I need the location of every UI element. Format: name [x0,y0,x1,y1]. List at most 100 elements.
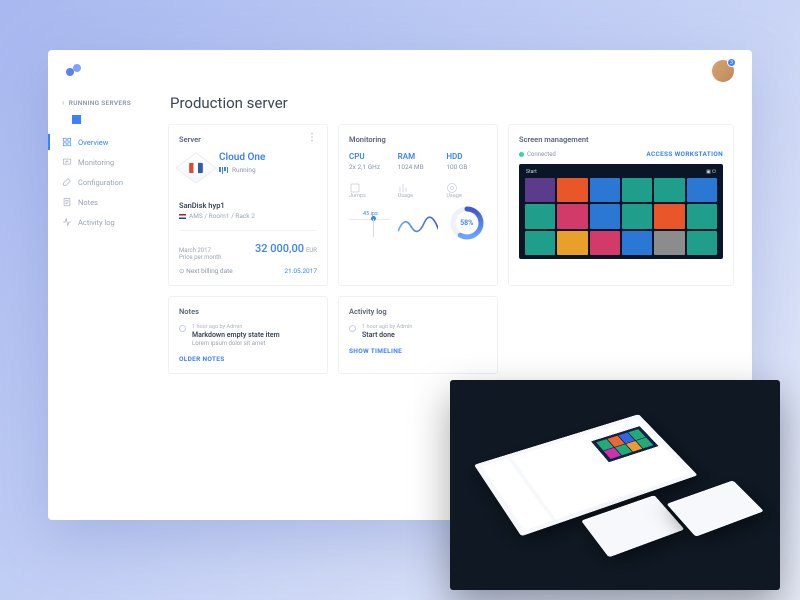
hdd-value: 100 GB [446,163,487,171]
notes-card-title: Notes [179,307,317,316]
ram-label: RAM [398,152,439,161]
start-tile[interactable] [654,231,684,255]
topbar: 3 [48,50,752,88]
start-tile[interactable] [590,231,620,255]
server-location: AMS / Room1 / Rack 2 [189,212,255,220]
notes-card: Notes 1 hour ago by Admin Markdown empty… [168,296,328,374]
nav-label: Configuration [78,178,123,187]
nav-overview[interactable]: Overview [48,132,158,152]
start-tile[interactable] [654,178,684,202]
access-workstation-link[interactable]: ACCESS WORKSTATION [646,150,723,158]
workstation-screenshot[interactable]: Start ▣ ⏻ [519,164,723,259]
screen-management-card: Screen management Connected ACCESS WORKS… [508,124,734,286]
server-cube-icon [175,152,217,184]
start-tile[interactable] [590,204,620,228]
note-meta: 1 hour ago by Admin [192,324,280,330]
status-bars-icon [219,167,228,174]
hdd-percent: 58% [449,205,485,241]
cpu-value: 2x 2,1 GHz [349,163,390,171]
notes-icon [62,197,72,207]
notification-badge: 3 [727,58,736,67]
start-tile[interactable] [687,204,717,228]
disk-icon [446,179,458,191]
cpu-metric: Jumps [349,193,390,199]
activity-radio-icon[interactable] [349,325,356,332]
user-avatar[interactable]: 3 [712,60,734,82]
cpu-label: CPU [349,152,390,161]
overview-icon [62,137,72,147]
hdd-metric: Usage [446,193,487,199]
page-title: Production server [170,94,734,112]
ram-metric: Usage [398,193,439,199]
note-radio-icon[interactable] [179,325,186,332]
activity-log-card: Activity log 1 hour ago by Admin Start d… [338,296,498,374]
server-host: SanDisk hyp1 [179,201,317,210]
monitoring-card-title: Monitoring [349,135,487,144]
activity-card-title: Activity log [349,307,487,316]
server-color-chip [72,115,81,124]
next-billing-date: 21.05.2017 [284,267,317,275]
perspective-preview-image [450,380,780,590]
start-tile[interactable] [622,204,652,228]
start-tile[interactable] [687,178,717,202]
nav-label: Monitoring [78,158,114,167]
start-tile[interactable] [654,204,684,228]
ram-wave-chart [398,205,439,243]
start-tile[interactable] [590,178,620,202]
price-value: 32 000,00 [255,242,304,255]
show-timeline-link[interactable]: SHOW TIMELINE [349,347,487,355]
chevron-left-icon: ‹ [62,98,65,107]
activity-meta: 1 hour ago by Admin [362,324,412,330]
price-label: Price per month [179,254,221,261]
start-tile[interactable] [525,178,555,202]
configuration-icon [62,177,72,187]
card-menu-icon[interactable]: ⋮ [307,135,317,141]
screen-card-title: Screen management [519,135,723,144]
start-tile[interactable] [557,204,587,228]
server-card-title: Server [179,135,201,144]
back-label: RUNNING SERVERS [69,99,131,107]
hdd-label: HDD [446,152,487,161]
nav-label: Notes [78,198,98,207]
start-tile[interactable] [557,178,587,202]
start-tile[interactable] [525,204,555,228]
server-name: Cloud One [219,152,265,163]
activity-title: Start done [362,331,412,339]
server-card: Server ⋮ Cloud One Running SanDisk hyp1 [168,124,328,286]
monitoring-icon [62,157,72,167]
nav-configuration[interactable]: Configuration [48,172,158,192]
older-notes-link[interactable]: OLDER NOTES [179,355,317,363]
jumps-reading: 45 ips [363,211,378,217]
start-tile[interactable] [525,231,555,255]
note-title: Markdown empty state item [192,331,280,339]
start-tile[interactable] [687,231,717,255]
connected-label: Connected [527,151,556,158]
ram-value: 1024 MB [398,163,439,171]
next-billing-label: Next billing date [186,267,233,275]
nav-label: Overview [78,138,108,147]
user-icon: ▣ ⏻ [706,169,716,175]
start-label: Start [526,169,537,175]
connected-dot-icon [519,152,524,157]
activity-icon [62,217,72,227]
start-tile[interactable] [622,231,652,255]
nav-monitoring[interactable]: Monitoring [48,152,158,172]
price-currency: EUR [306,247,317,254]
start-tile[interactable] [557,231,587,255]
sidebar: ‹ RUNNING SERVERS Overview Monitoring Co… [48,88,158,520]
monitoring-card: Monitoring CPU 2x 2,1 GHz Jumps 45 ips [338,124,498,286]
start-tile[interactable] [622,178,652,202]
app-logo[interactable] [66,64,86,78]
usage-icon [398,179,410,191]
note-body: Lorem ipsum dolor sit amet [192,340,280,347]
server-status: Running [232,166,256,174]
back-to-servers[interactable]: ‹ RUNNING SERVERS [48,96,158,113]
hdd-donut-chart: 58% [449,205,485,241]
cpu-jumps-chart: 45 ips [349,205,390,243]
flag-nl-icon [179,214,186,219]
jumps-icon [349,179,361,191]
nav-activity-log[interactable]: Activity log [48,212,158,232]
nav-label: Activity log [78,218,115,227]
nav-notes[interactable]: Notes [48,192,158,212]
price-period: March 2017 [179,247,221,254]
